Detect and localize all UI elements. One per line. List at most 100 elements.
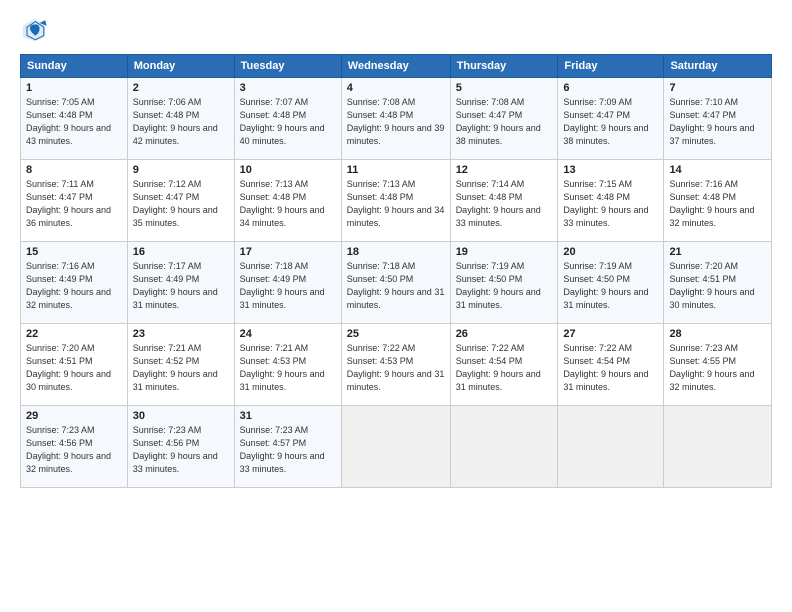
- calendar-cell: 21 Sunrise: 7:20 AMSunset: 4:51 PMDaylig…: [664, 242, 772, 324]
- calendar-cell: [558, 406, 664, 488]
- calendar-cell: 19 Sunrise: 7:19 AMSunset: 4:50 PMDaylig…: [450, 242, 558, 324]
- day-info: Sunrise: 7:23 AMSunset: 4:56 PMDaylight:…: [133, 425, 218, 474]
- calendar-week-3: 15 Sunrise: 7:16 AMSunset: 4:49 PMDaylig…: [21, 242, 772, 324]
- day-info: Sunrise: 7:13 AMSunset: 4:48 PMDaylight:…: [240, 179, 325, 228]
- day-number: 31: [240, 410, 336, 422]
- day-header-wednesday: Wednesday: [341, 55, 450, 78]
- day-info: Sunrise: 7:22 AMSunset: 4:54 PMDaylight:…: [563, 343, 648, 392]
- logo: [20, 16, 52, 44]
- calendar-cell: 30 Sunrise: 7:23 AMSunset: 4:56 PMDaylig…: [127, 406, 234, 488]
- day-number: 27: [563, 328, 658, 340]
- day-info: Sunrise: 7:17 AMSunset: 4:49 PMDaylight:…: [133, 261, 218, 310]
- calendar-cell: 9 Sunrise: 7:12 AMSunset: 4:47 PMDayligh…: [127, 160, 234, 242]
- day-number: 6: [563, 82, 658, 94]
- day-number: 26: [456, 328, 553, 340]
- calendar-cell: [450, 406, 558, 488]
- calendar-week-1: 1 Sunrise: 7:05 AMSunset: 4:48 PMDayligh…: [21, 78, 772, 160]
- day-number: 2: [133, 82, 229, 94]
- day-info: Sunrise: 7:15 AMSunset: 4:48 PMDaylight:…: [563, 179, 648, 228]
- day-number: 20: [563, 246, 658, 258]
- calendar-cell: 26 Sunrise: 7:22 AMSunset: 4:54 PMDaylig…: [450, 324, 558, 406]
- day-info: Sunrise: 7:19 AMSunset: 4:50 PMDaylight:…: [456, 261, 541, 310]
- day-info: Sunrise: 7:09 AMSunset: 4:47 PMDaylight:…: [563, 97, 648, 146]
- day-header-monday: Monday: [127, 55, 234, 78]
- calendar-week-5: 29 Sunrise: 7:23 AMSunset: 4:56 PMDaylig…: [21, 406, 772, 488]
- day-info: Sunrise: 7:22 AMSunset: 4:54 PMDaylight:…: [456, 343, 541, 392]
- day-number: 4: [347, 82, 445, 94]
- day-number: 24: [240, 328, 336, 340]
- calendar-cell: 7 Sunrise: 7:10 AMSunset: 4:47 PMDayligh…: [664, 78, 772, 160]
- day-number: 25: [347, 328, 445, 340]
- day-header-sunday: Sunday: [21, 55, 128, 78]
- day-number: 19: [456, 246, 553, 258]
- day-number: 30: [133, 410, 229, 422]
- day-number: 14: [669, 164, 766, 176]
- calendar-cell: 25 Sunrise: 7:22 AMSunset: 4:53 PMDaylig…: [341, 324, 450, 406]
- calendar-cell: 12 Sunrise: 7:14 AMSunset: 4:48 PMDaylig…: [450, 160, 558, 242]
- day-header-friday: Friday: [558, 55, 664, 78]
- day-header-tuesday: Tuesday: [234, 55, 341, 78]
- day-info: Sunrise: 7:16 AMSunset: 4:48 PMDaylight:…: [669, 179, 754, 228]
- calendar-cell: 23 Sunrise: 7:21 AMSunset: 4:52 PMDaylig…: [127, 324, 234, 406]
- calendar-cell: 22 Sunrise: 7:20 AMSunset: 4:51 PMDaylig…: [21, 324, 128, 406]
- calendar-cell: 3 Sunrise: 7:07 AMSunset: 4:48 PMDayligh…: [234, 78, 341, 160]
- calendar-cell: 6 Sunrise: 7:09 AMSunset: 4:47 PMDayligh…: [558, 78, 664, 160]
- day-number: 8: [26, 164, 122, 176]
- day-number: 13: [563, 164, 658, 176]
- day-info: Sunrise: 7:16 AMSunset: 4:49 PMDaylight:…: [26, 261, 111, 310]
- calendar-cell: 11 Sunrise: 7:13 AMSunset: 4:48 PMDaylig…: [341, 160, 450, 242]
- calendar-cell: [341, 406, 450, 488]
- day-header-saturday: Saturday: [664, 55, 772, 78]
- day-number: 22: [26, 328, 122, 340]
- day-info: Sunrise: 7:08 AMSunset: 4:47 PMDaylight:…: [456, 97, 541, 146]
- day-number: 1: [26, 82, 122, 94]
- day-number: 23: [133, 328, 229, 340]
- day-info: Sunrise: 7:19 AMSunset: 4:50 PMDaylight:…: [563, 261, 648, 310]
- day-info: Sunrise: 7:12 AMSunset: 4:47 PMDaylight:…: [133, 179, 218, 228]
- calendar-cell: 15 Sunrise: 7:16 AMSunset: 4:49 PMDaylig…: [21, 242, 128, 324]
- calendar: SundayMondayTuesdayWednesdayThursdayFrid…: [20, 54, 772, 488]
- day-info: Sunrise: 7:14 AMSunset: 4:48 PMDaylight:…: [456, 179, 541, 228]
- calendar-cell: 20 Sunrise: 7:19 AMSunset: 4:50 PMDaylig…: [558, 242, 664, 324]
- calendar-cell: 5 Sunrise: 7:08 AMSunset: 4:47 PMDayligh…: [450, 78, 558, 160]
- day-info: Sunrise: 7:20 AMSunset: 4:51 PMDaylight:…: [26, 343, 111, 392]
- calendar-cell: 18 Sunrise: 7:18 AMSunset: 4:50 PMDaylig…: [341, 242, 450, 324]
- calendar-cell: 2 Sunrise: 7:06 AMSunset: 4:48 PMDayligh…: [127, 78, 234, 160]
- day-info: Sunrise: 7:08 AMSunset: 4:48 PMDaylight:…: [347, 97, 445, 146]
- day-info: Sunrise: 7:21 AMSunset: 4:53 PMDaylight:…: [240, 343, 325, 392]
- calendar-cell: 31 Sunrise: 7:23 AMSunset: 4:57 PMDaylig…: [234, 406, 341, 488]
- calendar-cell: 13 Sunrise: 7:15 AMSunset: 4:48 PMDaylig…: [558, 160, 664, 242]
- day-number: 7: [669, 82, 766, 94]
- day-info: Sunrise: 7:18 AMSunset: 4:49 PMDaylight:…: [240, 261, 325, 310]
- header: [20, 16, 772, 44]
- day-number: 18: [347, 246, 445, 258]
- calendar-cell: 1 Sunrise: 7:05 AMSunset: 4:48 PMDayligh…: [21, 78, 128, 160]
- calendar-cell: 28 Sunrise: 7:23 AMSunset: 4:55 PMDaylig…: [664, 324, 772, 406]
- day-number: 16: [133, 246, 229, 258]
- calendar-header-row: SundayMondayTuesdayWednesdayThursdayFrid…: [21, 55, 772, 78]
- day-number: 5: [456, 82, 553, 94]
- day-info: Sunrise: 7:23 AMSunset: 4:56 PMDaylight:…: [26, 425, 111, 474]
- day-info: Sunrise: 7:18 AMSunset: 4:50 PMDaylight:…: [347, 261, 445, 310]
- calendar-week-2: 8 Sunrise: 7:11 AMSunset: 4:47 PMDayligh…: [21, 160, 772, 242]
- day-info: Sunrise: 7:23 AMSunset: 4:57 PMDaylight:…: [240, 425, 325, 474]
- calendar-cell: 24 Sunrise: 7:21 AMSunset: 4:53 PMDaylig…: [234, 324, 341, 406]
- day-number: 17: [240, 246, 336, 258]
- calendar-cell: 16 Sunrise: 7:17 AMSunset: 4:49 PMDaylig…: [127, 242, 234, 324]
- day-info: Sunrise: 7:05 AMSunset: 4:48 PMDaylight:…: [26, 97, 111, 146]
- calendar-cell: 29 Sunrise: 7:23 AMSunset: 4:56 PMDaylig…: [21, 406, 128, 488]
- calendar-cell: 4 Sunrise: 7:08 AMSunset: 4:48 PMDayligh…: [341, 78, 450, 160]
- day-info: Sunrise: 7:23 AMSunset: 4:55 PMDaylight:…: [669, 343, 754, 392]
- day-info: Sunrise: 7:13 AMSunset: 4:48 PMDaylight:…: [347, 179, 445, 228]
- day-number: 28: [669, 328, 766, 340]
- day-info: Sunrise: 7:22 AMSunset: 4:53 PMDaylight:…: [347, 343, 445, 392]
- calendar-cell: 17 Sunrise: 7:18 AMSunset: 4:49 PMDaylig…: [234, 242, 341, 324]
- day-number: 15: [26, 246, 122, 258]
- day-number: 11: [347, 164, 445, 176]
- day-number: 21: [669, 246, 766, 258]
- calendar-cell: 14 Sunrise: 7:16 AMSunset: 4:48 PMDaylig…: [664, 160, 772, 242]
- day-info: Sunrise: 7:11 AMSunset: 4:47 PMDaylight:…: [26, 179, 111, 228]
- day-info: Sunrise: 7:06 AMSunset: 4:48 PMDaylight:…: [133, 97, 218, 146]
- day-number: 10: [240, 164, 336, 176]
- calendar-cell: 10 Sunrise: 7:13 AMSunset: 4:48 PMDaylig…: [234, 160, 341, 242]
